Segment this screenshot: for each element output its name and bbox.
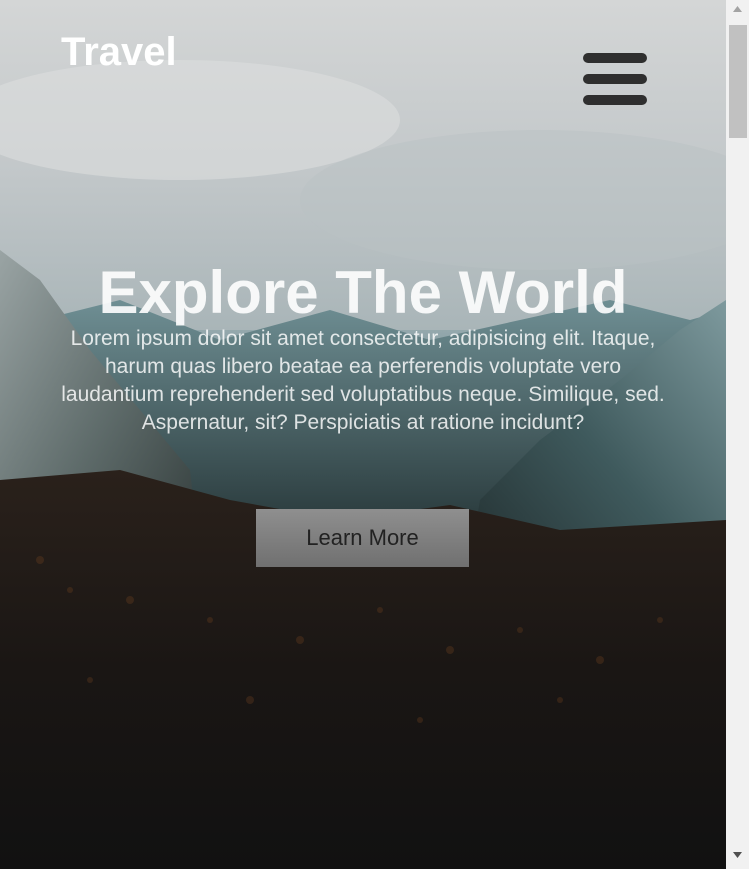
menu-bar-top: [583, 53, 647, 63]
brand-logo[interactable]: Travel: [61, 30, 177, 75]
scroll-down-arrow-icon[interactable]: [726, 846, 749, 864]
hero-section: Travel Explore The World Lorem ipsum dol…: [0, 0, 726, 869]
scrollbar-thumb[interactable]: [729, 25, 747, 138]
browser-viewport: Travel Explore The World Lorem ipsum dol…: [0, 0, 749, 869]
menu-bar-middle: [583, 74, 647, 84]
menu-bar-bottom: [583, 95, 647, 105]
scroll-up-arrow-icon[interactable]: [726, 0, 749, 18]
vertical-scrollbar[interactable]: [726, 0, 749, 869]
hamburger-menu-icon[interactable]: [582, 53, 648, 107]
hero-description: Lorem ipsum dolor sit amet consectetur, …: [61, 327, 665, 434]
hero-title: Explore The World: [98, 259, 628, 326]
learn-more-button[interactable]: Learn More: [256, 509, 469, 567]
